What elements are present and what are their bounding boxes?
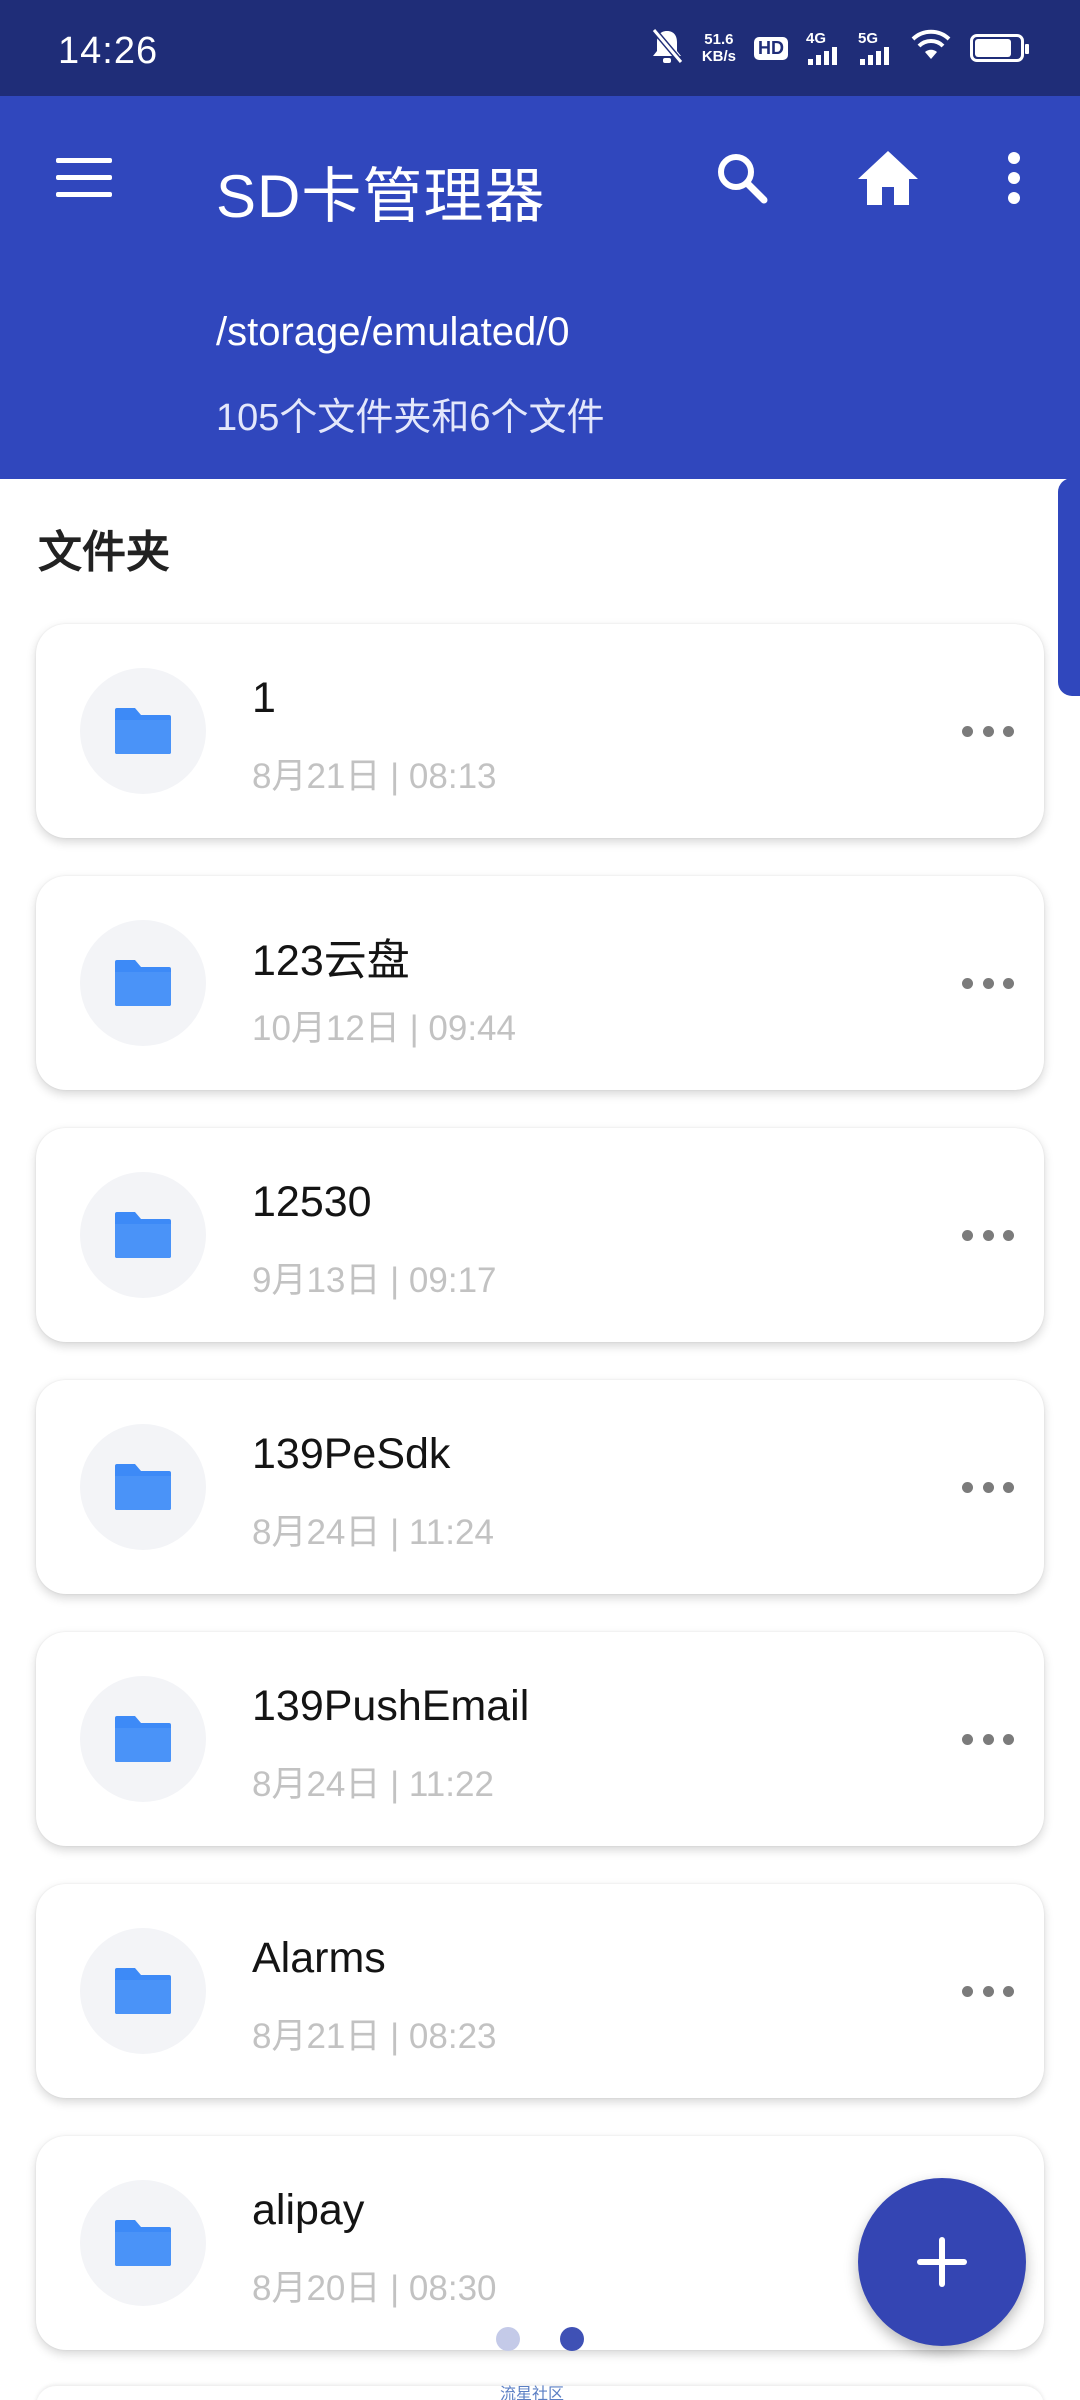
list-item[interactable]: 1 8月21日 | 08:13 [36,624,1044,838]
net-speed: 51.6 KB/s [702,31,736,65]
current-path: /storage/emulated/0 [216,310,570,354]
status-icons: 51.6 KB/s HD 4G 5G [650,26,1029,70]
signal-4g-icon: 4G [806,31,840,65]
wifi-icon [910,29,952,68]
page-dot[interactable] [496,2327,520,2351]
folder-date: 8月24日 | 11:24 [252,1513,494,1552]
app-title: SD卡管理器 [216,163,546,230]
watermark: 流星社区 [500,2386,565,2400]
folder-date: 8月20日 | 08:30 [252,2269,497,2308]
folder-name: 139PeSdk [252,1430,451,1478]
list-item[interactable]: 139PeSdk 8月24日 | 11:24 [36,1380,1044,1594]
more-horiz-icon[interactable] [958,1966,1018,2016]
signal-5g-label: 5G [858,30,879,47]
signal-5g-icon: 5G [858,31,892,65]
folder-icon [80,1172,206,1298]
folder-file-count: 105个文件夹和6个文件 [216,397,605,439]
list-item[interactable]: Alarms 8月21日 | 08:23 [36,1884,1044,2098]
folder-icon [80,1928,206,2054]
folder-date: 8月21日 | 08:13 [252,757,497,796]
more-horiz-icon[interactable] [958,1462,1018,1512]
section-title-folders: 文件夹 [38,528,170,577]
more-horiz-icon[interactable] [958,706,1018,756]
folder-icon [80,1676,206,1802]
folder-name: Alarms [252,1934,386,1982]
more-horiz-icon[interactable] [958,1714,1018,1764]
app-header: SD卡管理器 /storage/emulated/0 105个文件夹和6个文件 [0,96,1080,479]
page-indicator [496,2327,584,2351]
add-button[interactable] [858,2178,1026,2346]
list-item[interactable]: 123云盘 10月12日 | 09:44 [36,876,1044,1090]
folder-icon [80,920,206,1046]
folder-date: 9月13日 | 09:17 [252,1261,497,1300]
folder-date: 10月12日 | 09:44 [252,1009,516,1048]
net-speed-unit: KB/s [701,48,736,65]
folder-name: 139PushEmail [252,1682,530,1730]
battery-icon [970,34,1029,62]
more-horiz-icon[interactable] [958,958,1018,1008]
page-dot-active[interactable] [560,2327,584,2351]
list-item[interactable]: 12530 9月13日 | 09:17 [36,1128,1044,1342]
folder-date: 8月21日 | 08:23 [252,2017,497,2056]
folder-date: 8月24日 | 11:22 [252,1765,494,1804]
fast-scroll-thumb[interactable] [1058,478,1080,696]
hd-voice-icon: HD [754,36,788,60]
folder-name: 1 [252,674,276,722]
folder-name: 123云盘 [252,937,410,985]
folder-icon [80,2180,206,2306]
home-icon[interactable] [852,142,924,214]
folder-name: 12530 [252,1178,372,1226]
more-vert-icon[interactable] [978,142,1050,214]
menu-icon[interactable] [56,158,112,198]
net-speed-value: 51.6 [704,31,734,48]
folder-icon [80,668,206,794]
status-bar: 14:26 51.6 KB/s HD 4G 5G [0,0,1080,96]
search-icon[interactable] [706,142,778,214]
list-item[interactable]: 139PushEmail 8月24日 | 11:22 [36,1632,1044,1846]
mute-bell-icon [650,27,684,70]
more-horiz-icon[interactable] [958,1210,1018,1260]
folder-name: alipay [252,2186,365,2234]
status-time: 14:26 [58,30,159,72]
folder-icon [80,1424,206,1550]
plus-icon [917,2237,967,2287]
signal-4g-label: 4G [806,30,827,47]
